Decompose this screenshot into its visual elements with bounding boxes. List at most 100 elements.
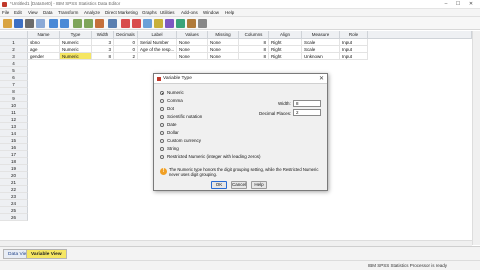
- select-cases-icon[interactable]: [165, 19, 174, 28]
- cell-missing[interactable]: None: [208, 53, 239, 60]
- minimize-button[interactable]: –: [440, 0, 452, 9]
- col-header-columns[interactable]: Columns: [239, 31, 269, 39]
- menu-utilities[interactable]: Utilities: [160, 10, 175, 15]
- find-icon[interactable]: [108, 19, 117, 28]
- cell-decimals[interactable]: 0: [114, 46, 138, 53]
- cell-measure[interactable]: Unknown: [302, 53, 340, 60]
- row-number[interactable]: 12: [0, 116, 28, 123]
- tab-variable-view[interactable]: Variable View: [26, 249, 67, 259]
- cell-type-selected[interactable]: Numeric: [60, 53, 92, 60]
- undo-icon[interactable]: [49, 19, 58, 28]
- cell-name[interactable]: age: [28, 46, 60, 53]
- dialog-close-icon[interactable]: ✕: [319, 75, 324, 83]
- cell-align[interactable]: Right: [269, 53, 302, 60]
- menu-analyze[interactable]: Analyze: [84, 10, 100, 15]
- cell-width[interactable]: 3: [92, 39, 114, 46]
- radio-button[interactable]: [160, 107, 164, 111]
- cell-values[interactable]: None: [177, 39, 208, 46]
- cell-name[interactable]: sbno: [28, 39, 60, 46]
- variables-icon[interactable]: [95, 19, 104, 28]
- cell-missing[interactable]: None: [208, 39, 239, 46]
- cell-role[interactable]: Input: [340, 46, 368, 53]
- decimal-places-input[interactable]: 2: [293, 109, 321, 116]
- col-header-missing[interactable]: Missing: [208, 31, 239, 39]
- row-number[interactable]: 17: [0, 151, 28, 158]
- open-file-icon[interactable]: [3, 19, 12, 28]
- row-number[interactable]: 3: [0, 53, 28, 60]
- row-number[interactable]: 26: [0, 214, 28, 221]
- col-header-role[interactable]: Role: [340, 31, 368, 39]
- row-number[interactable]: 25: [0, 207, 28, 214]
- cell-missing[interactable]: None: [208, 46, 239, 53]
- menu-transform[interactable]: Transform: [58, 10, 78, 15]
- radio-button[interactable]: [160, 155, 164, 159]
- row-number[interactable]: 14: [0, 130, 28, 137]
- insert-cases-icon[interactable]: [121, 19, 130, 28]
- vertical-scrollbar[interactable]: [472, 31, 480, 245]
- menu-file[interactable]: File: [2, 10, 9, 15]
- cell-role[interactable]: Input: [340, 39, 368, 46]
- row-number[interactable]: 23: [0, 193, 28, 200]
- col-header-measure[interactable]: Measure: [302, 31, 340, 39]
- row-number[interactable]: 20: [0, 172, 28, 179]
- col-header-values[interactable]: Values: [177, 31, 208, 39]
- radio-button[interactable]: [160, 139, 164, 143]
- cell-label[interactable]: Age of the resp...: [138, 46, 177, 53]
- col-header-label[interactable]: Label: [138, 31, 177, 39]
- menu-edit[interactable]: Edit: [14, 10, 22, 15]
- cell-width[interactable]: 8: [92, 53, 114, 60]
- cell-values[interactable]: None: [177, 53, 208, 60]
- row-number[interactable]: 18: [0, 158, 28, 165]
- cell-type[interactable]: Numeric: [60, 39, 92, 46]
- row-number[interactable]: 13: [0, 123, 28, 130]
- cell-width[interactable]: 3: [92, 46, 114, 53]
- cell-label[interactable]: [138, 53, 177, 60]
- cell-columns[interactable]: 8: [239, 39, 269, 46]
- row-number[interactable]: 10: [0, 102, 28, 109]
- row-number[interactable]: 9: [0, 95, 28, 102]
- cell-align[interactable]: Right: [269, 46, 302, 53]
- cell-columns[interactable]: 8: [239, 53, 269, 60]
- menu-graphs[interactable]: Graphs: [142, 10, 157, 15]
- spelling-icon[interactable]: [198, 19, 207, 28]
- close-button[interactable]: ✕: [465, 0, 477, 9]
- row-number[interactable]: 15: [0, 137, 28, 144]
- help-button[interactable]: Help: [251, 181, 267, 189]
- goto-case-icon[interactable]: [73, 19, 82, 28]
- cell-role[interactable]: Input: [340, 53, 368, 60]
- radio-button[interactable]: [160, 131, 164, 135]
- row-number[interactable]: 11: [0, 109, 28, 116]
- menu-view[interactable]: View: [28, 10, 38, 15]
- menu-add-ons[interactable]: Add-ons: [181, 10, 198, 15]
- goto-variable-icon[interactable]: [84, 19, 93, 28]
- cell-measure[interactable]: Scale: [302, 46, 340, 53]
- row-number[interactable]: 1: [0, 39, 28, 46]
- row-number[interactable]: 21: [0, 179, 28, 186]
- redo-icon[interactable]: [60, 19, 69, 28]
- col-header-align[interactable]: Align: [269, 31, 302, 39]
- col-header-decimals[interactable]: Decimals: [114, 31, 138, 39]
- cell-name[interactable]: gender: [28, 53, 60, 60]
- radio-button[interactable]: [160, 115, 164, 119]
- ok-button[interactable]: OK: [211, 181, 227, 189]
- cell-measure[interactable]: Scale: [302, 39, 340, 46]
- menu-data[interactable]: Data: [43, 10, 53, 15]
- col-header-width[interactable]: Width: [92, 31, 114, 39]
- cell-align[interactable]: Right: [269, 39, 302, 46]
- row-number[interactable]: 5: [0, 67, 28, 74]
- row-number[interactable]: 8: [0, 88, 28, 95]
- cell-values[interactable]: None: [177, 46, 208, 53]
- row-number[interactable]: 2: [0, 46, 28, 53]
- insert-variable-icon[interactable]: [132, 19, 141, 28]
- col-header-type[interactable]: Type: [60, 31, 92, 39]
- radio-button[interactable]: [160, 147, 164, 151]
- weight-cases-icon[interactable]: [154, 19, 163, 28]
- row-number[interactable]: 24: [0, 200, 28, 207]
- row-number[interactable]: 22: [0, 186, 28, 193]
- cell-label[interactable]: Serial Number: [138, 39, 177, 46]
- menu-direct-marketing[interactable]: Direct Marketing: [105, 10, 138, 15]
- row-number[interactable]: 7: [0, 81, 28, 88]
- cell-type[interactable]: Numeric: [60, 46, 92, 53]
- cell-decimals[interactable]: 2: [114, 53, 138, 60]
- print-icon[interactable]: [25, 19, 34, 28]
